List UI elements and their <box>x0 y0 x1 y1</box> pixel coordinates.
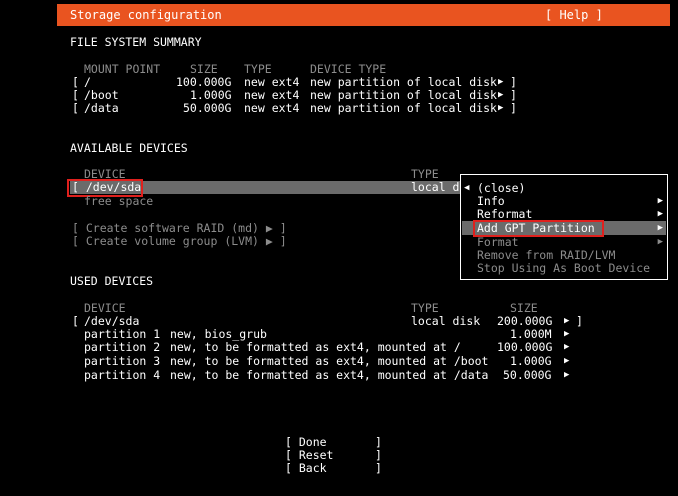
back-button[interactable]: [ Back ] <box>285 462 382 475</box>
free-space: free space <box>84 194 154 208</box>
header: Storage configuration [ Help ] <box>0 0 678 30</box>
partition-desc: new, to be formatted as ext4, mounted at… <box>170 340 461 354</box>
chevron-right-icon: ▶ <box>498 103 504 113</box>
partition-name: partition 4 <box>84 368 161 382</box>
chevron-right-icon: ▶ <box>657 209 663 219</box>
chevron-right-icon: ▶ <box>564 316 570 326</box>
device-type: new partition of local disk <box>310 101 497 115</box>
chevron-right-icon: ▶ <box>657 196 663 206</box>
fs-type: new ext4 <box>244 101 300 115</box>
chevron-right-icon: ▶ <box>657 223 663 233</box>
row-bracket: [ <box>72 101 79 115</box>
help-button[interactable]: [ Help ] <box>545 8 603 22</box>
partition-size: 50.000G <box>503 368 552 382</box>
chevron-right-icon: ▶ <box>498 90 504 100</box>
create-lvm-button: [ Create volume group (LVM) ▶ ] <box>72 234 287 248</box>
partition-size: 100.000G <box>497 340 553 354</box>
row-bracket: [ <box>72 314 79 328</box>
chevron-right-icon: ▶ <box>564 356 570 366</box>
chevron-right-icon: ▶ <box>564 329 570 339</box>
chevron-right-icon: ▶ <box>498 77 504 87</box>
chevron-right-icon: ▶ <box>564 342 570 352</box>
menu-item-stop-using-as-boot: Stop Using As Boot Device <box>477 261 651 275</box>
highlight-box <box>473 220 604 237</box>
page-title: Storage configuration <box>70 8 222 22</box>
device-sda-type: local d <box>411 180 460 194</box>
partition-desc: new, to be formatted as ext4, mounted at… <box>170 368 489 382</box>
chevron-right-icon: ▶ <box>564 370 570 380</box>
partition-size: 1.000G <box>510 354 552 368</box>
chevron-right-icon: ▶ <box>657 237 663 247</box>
partition-desc: new, to be formatted as ext4, mounted at… <box>170 354 489 368</box>
col-mount-point: MOUNT POINT <box>84 62 161 76</box>
disk-type: local disk <box>411 314 481 328</box>
partition-name: partition 2 <box>84 340 161 354</box>
size: 50.000G <box>183 101 232 115</box>
partition-name: partition 3 <box>84 354 161 368</box>
mount-point: /data <box>84 101 119 115</box>
row-bracket-close: ] <box>576 314 583 328</box>
chevron-left-icon: ◀ <box>464 183 470 193</box>
available-devices-title: AVAILABLE DEVICES <box>70 141 188 155</box>
used-devices-title: USED DEVICES <box>70 274 154 288</box>
row-bracket-close: ] <box>510 101 517 115</box>
fs-summary-title: FILE SYSTEM SUMMARY <box>70 35 202 49</box>
